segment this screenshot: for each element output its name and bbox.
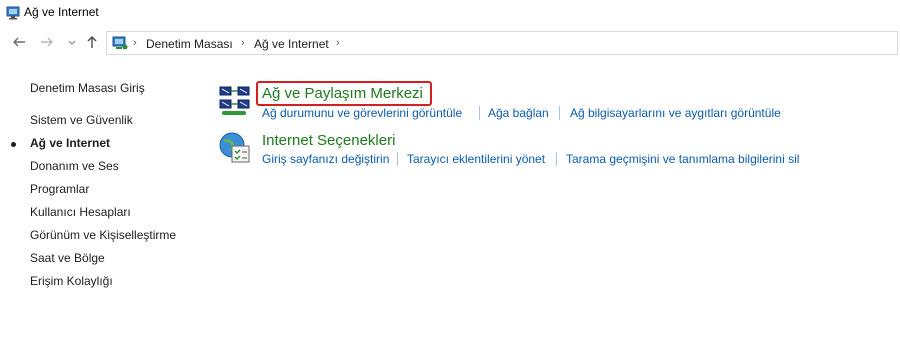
window-title: Ağ ve Internet — [24, 5, 99, 19]
sidebar-item-clock-region[interactable]: Saat ve Bölge — [30, 250, 105, 266]
breadcrumb-separator-icon[interactable]: › — [241, 35, 245, 51]
sidebar-item-hardware-sound[interactable]: Donanım ve Ses — [30, 158, 119, 174]
view-network-computers-link[interactable]: Ağ bilgisayarlarını ve aygıtları görüntü… — [570, 105, 781, 121]
sidebar-item-network-internet[interactable]: Ağ ve Internet — [30, 135, 110, 151]
title-bar: Ağ ve Internet — [0, 0, 900, 28]
sidebar-item-user-accounts[interactable]: Kullanıcı Hesapları — [30, 204, 131, 220]
task-separator — [556, 152, 557, 166]
address-bar[interactable]: › Denetim Masası › Ağ ve Internet › — [106, 31, 898, 55]
forward-arrow-icon[interactable] — [38, 34, 56, 52]
delete-browsing-history-link[interactable]: Tarama geçmişini ve tanımlama bilgilerin… — [566, 151, 799, 167]
view-network-status-link[interactable]: Ağ durumunu ve görevlerini görüntüle — [262, 105, 462, 121]
active-bullet-icon — [11, 142, 16, 147]
up-arrow-icon[interactable] — [83, 34, 101, 52]
internet-options-link[interactable]: Internet Seçenekleri — [262, 131, 395, 151]
change-homepage-link[interactable]: Giriş sayfanızı değiştirin — [262, 151, 389, 167]
task-separator — [397, 152, 398, 166]
task-separator — [559, 106, 560, 120]
sidebar-item-system-security[interactable]: Sistem ve Güvenlik — [30, 112, 133, 128]
breadcrumb-separator-icon[interactable]: › — [133, 35, 137, 51]
network-sharing-center-link[interactable]: Ağ ve Paylaşım Merkezi — [262, 84, 423, 104]
sidebar-item-programs[interactable]: Programlar — [30, 181, 89, 197]
task-separator — [479, 106, 480, 120]
network-icon — [6, 6, 20, 20]
sidebar-item-appearance[interactable]: Görünüm ve Kişiselleştirme — [30, 227, 176, 243]
sidebar-item-control-panel-home[interactable]: Denetim Masası Giriş — [30, 80, 145, 96]
breadcrumb-control-panel[interactable]: Denetim Masası — [146, 36, 233, 52]
back-arrow-icon[interactable] — [10, 34, 28, 52]
breadcrumb-separator-icon[interactable]: › — [336, 35, 340, 51]
breadcrumb-network-internet[interactable]: Ağ ve Internet — [254, 36, 329, 52]
network-sharing-icon[interactable] — [218, 84, 252, 118]
chevron-down-icon[interactable] — [63, 34, 81, 52]
manage-addons-link[interactable]: Tarayıcı eklentilerini yönet — [407, 151, 545, 167]
internet-options-icon[interactable] — [218, 131, 252, 165]
sidebar-item-ease-of-access[interactable]: Erişim Kolaylığı — [30, 273, 113, 289]
connect-network-link[interactable]: Ağa bağlan — [488, 105, 549, 121]
control-panel-icon — [112, 36, 128, 50]
